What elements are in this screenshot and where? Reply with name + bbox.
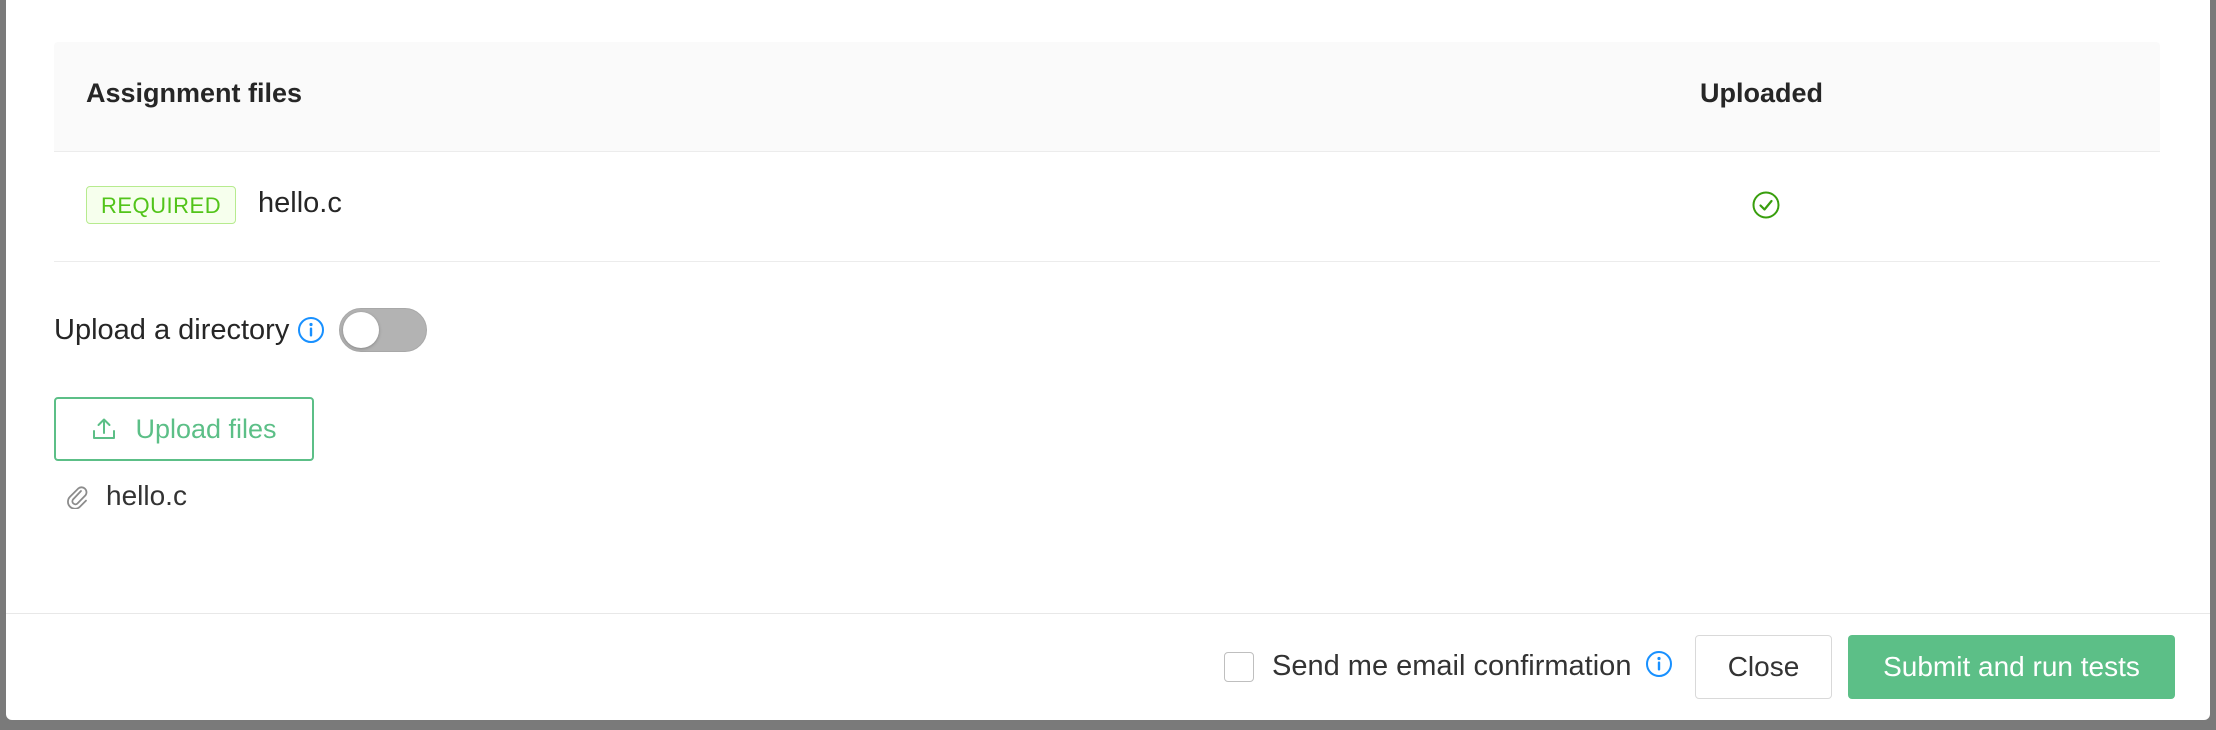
email-confirmation-checkbox[interactable] — [1224, 651, 1254, 682]
required-file-name: hello.c — [258, 187, 342, 219]
close-button[interactable]: Close — [1695, 635, 1832, 699]
upload-directory-toggle[interactable] — [339, 308, 428, 352]
column-header-assignment-files: Assignment files — [86, 78, 303, 108]
upload-directory-label: Upload a directory — [54, 313, 290, 346]
paperclip-icon — [67, 486, 88, 509]
modal-footer: Send me email confirmation Close Submit … — [6, 613, 2210, 720]
upload-files-button[interactable]: Upload files — [54, 397, 314, 461]
upload-directory-row: Upload a directory — [54, 306, 428, 354]
email-confirmation-label[interactable]: Send me email confirmation — [1272, 650, 1631, 683]
info-circle-icon[interactable] — [1645, 650, 1673, 683]
upload-files-label: Upload files — [135, 413, 277, 444]
table-row: REQUIRED hello.c — [54, 152, 2160, 262]
attached-file-item: hello.c — [64, 480, 187, 512]
attached-file-name[interactable]: hello.c — [106, 480, 187, 512]
info-circle-icon[interactable] — [297, 316, 325, 344]
required-tag: REQUIRED — [86, 186, 237, 224]
toggle-knob — [343, 312, 380, 348]
email-confirmation: Send me email confirmation — [1224, 650, 1673, 683]
assignment-files-table: Assignment files Uploaded REQUIRED hello… — [54, 42, 2160, 262]
column-header-uploaded: Uploaded — [1700, 78, 1824, 108]
submit-and-run-tests-button[interactable]: Submit and run tests — [1848, 635, 2175, 699]
submission-modal: Assignment files Uploaded REQUIRED hello… — [6, 0, 2210, 720]
check-circle-icon — [1751, 190, 1781, 220]
table-header: Assignment files Uploaded — [54, 42, 2160, 152]
upload-icon — [93, 418, 116, 439]
